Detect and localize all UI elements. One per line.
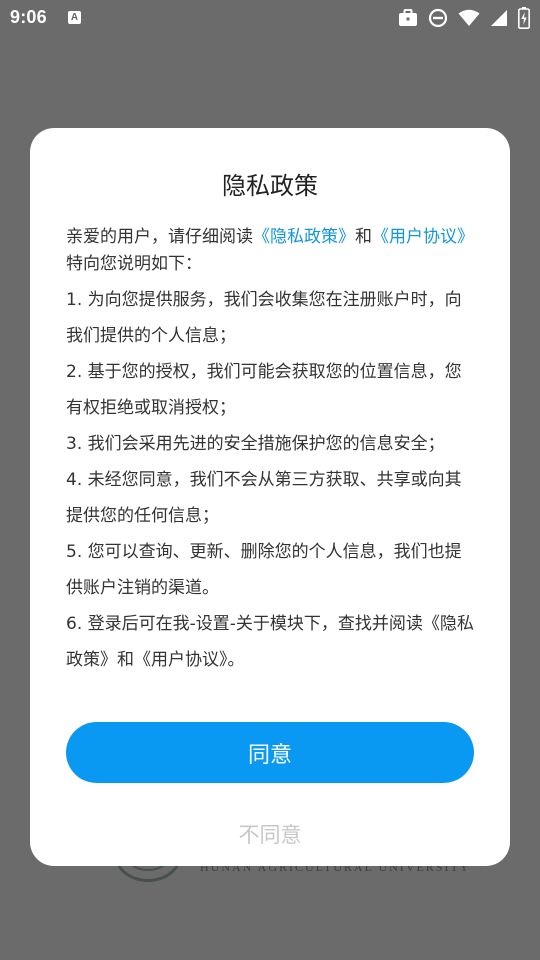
intro-text: 亲爱的用户，请仔细阅读《隐私政策》和《用户协议》特向您说明如下：: [66, 224, 476, 278]
status-time: 9:06: [10, 7, 47, 27]
disagree-button[interactable]: 不同意: [30, 818, 510, 850]
intro-middle: 和: [355, 227, 372, 247]
briefcase-icon: [398, 9, 418, 27]
user-agreement-link[interactable]: 《用户协议》: [372, 227, 474, 247]
policy-item-5: 5. 您可以查询、更新、删除您的个人信息，我们也提供账户注销的渠道。: [66, 542, 462, 598]
dialog-body: 亲爱的用户，请仔细阅读《隐私政策》和《用户协议》特向您说明如下： 1. 为向您提…: [66, 224, 476, 678]
status-icons: [398, 6, 530, 30]
policy-item-4: 4. 未经您同意，我们不会从第三方获取、共享或向其提供您的任何信息；: [66, 470, 462, 526]
privacy-policy-dialog: 隐私政策 亲爱的用户，请仔细阅读《隐私政策》和《用户协议》特向您说明如下： 1.…: [30, 128, 510, 866]
policy-item-3: 3. 我们会采用先进的安全措施保护您的信息安全；: [66, 434, 445, 454]
do-not-disturb-icon: [428, 8, 448, 28]
dialog-title: 隐私政策: [222, 172, 318, 200]
agree-button[interactable]: 同意: [66, 722, 474, 783]
policy-item-2: 2. 基于您的授权，我们可能会获取您的位置信息，您有权拒绝或取消授权；: [66, 362, 462, 418]
wifi-icon: [458, 9, 480, 27]
privacy-policy-link[interactable]: 《隐私政策》: [253, 227, 355, 247]
policy-item-6: 6. 登录后可在我-设置-关于模块下，查找并阅读《隐私政策》和《用户协议》。: [66, 614, 474, 670]
intro-suffix: 特向您说明如下：: [66, 254, 202, 274]
policy-item-1: 1. 为向您提供服务，我们会收集您在注册账户时，向我们提供的个人信息；: [66, 290, 462, 346]
accessibility-a-icon: A: [68, 11, 81, 24]
status-bar: 9:06 A: [0, 0, 540, 36]
battery-charging-icon: [518, 7, 530, 29]
intro-prefix: 亲爱的用户，请仔细阅读: [66, 227, 253, 247]
signal-icon: [490, 9, 508, 27]
